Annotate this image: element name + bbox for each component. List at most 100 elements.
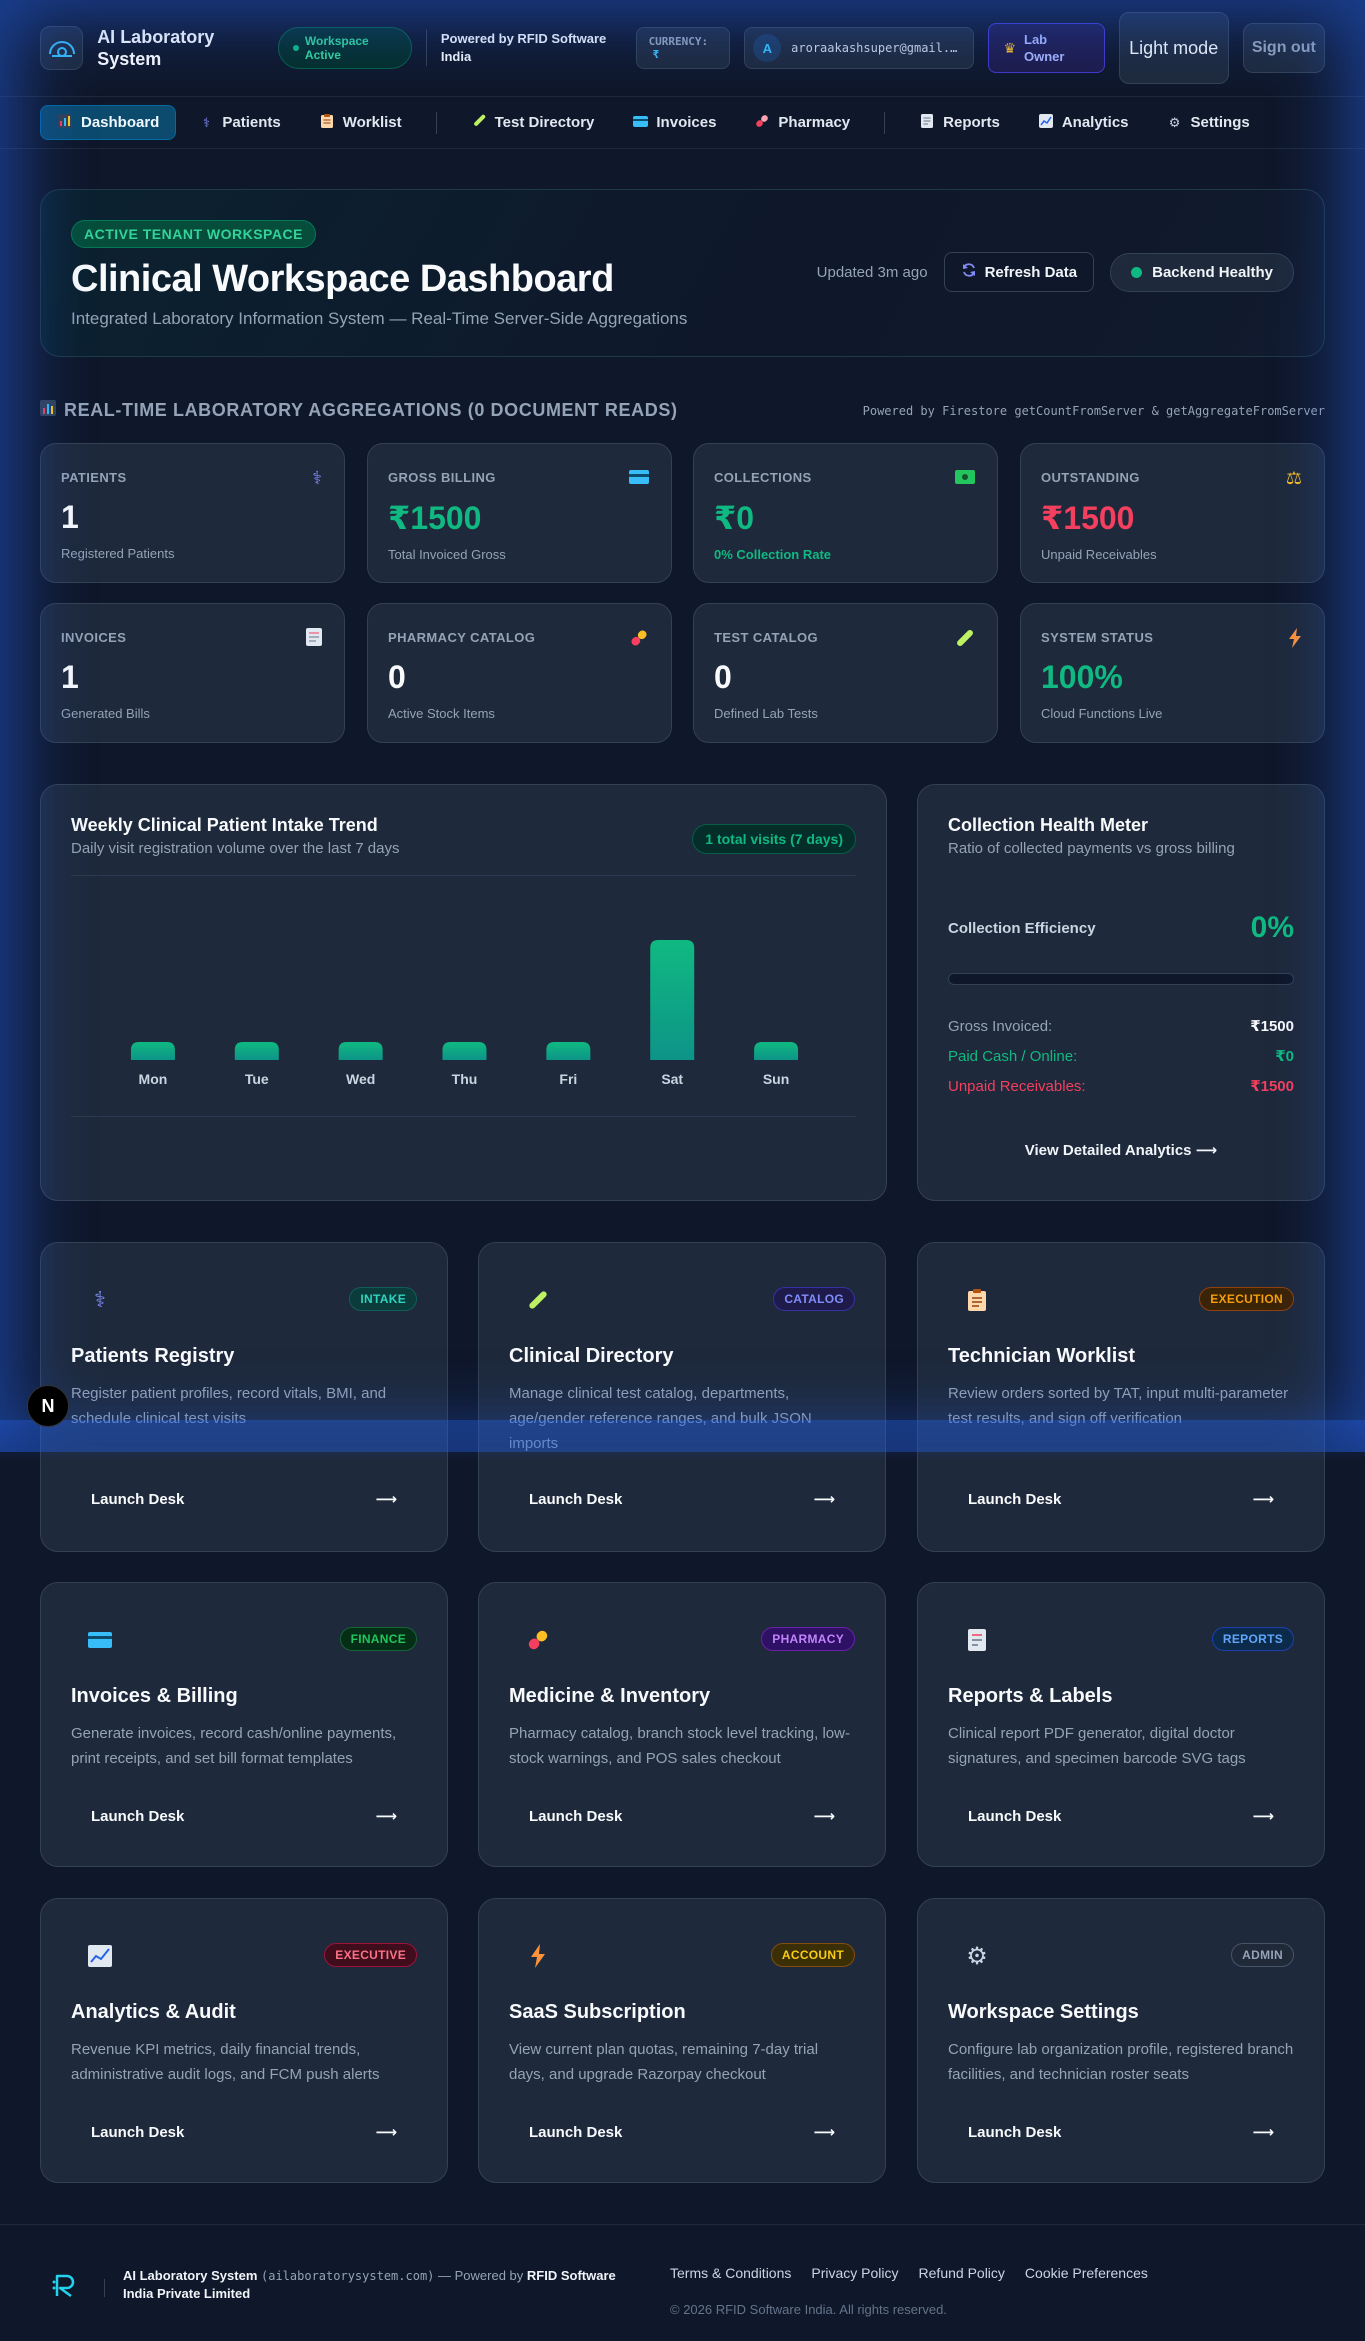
currency-label: CURRENCY:: [648, 35, 709, 48]
module-tag: ADMIN: [1231, 1943, 1294, 1967]
bar-tue[interactable]: [234, 1042, 279, 1060]
module-desc: Generate invoices, record cash/online pa…: [71, 1725, 397, 1767]
stat-card-gross-billing[interactable]: GROSS BILLING ₹1500 Total Invoiced Gross: [367, 443, 672, 583]
stat-card-collections[interactable]: COLLECTIONS ₹0 0% Collection Rate: [693, 443, 998, 583]
module-card-workspace-settings[interactable]: ⚙ ADMIN Workspace Settings Configure lab…: [917, 1898, 1325, 2183]
stat-card-invoices[interactable]: INVOICES 1 Generated Bills: [40, 603, 345, 743]
stat-value: 0: [714, 659, 732, 695]
launch-label: Launch Desk: [91, 1807, 185, 1825]
nav-label: Worklist: [342, 114, 402, 131]
bar-mon[interactable]: [130, 1042, 175, 1060]
user-account-pill[interactable]: A aroraakashsuper@gmail.com: [744, 27, 975, 69]
module-card-patients[interactable]: ⚕ INTAKE Patients Registry Register pati…: [40, 1242, 448, 1552]
terms-link[interactable]: Terms & Conditions: [670, 2265, 791, 2281]
cookie-preferences-link[interactable]: Cookie Preferences: [1025, 2265, 1148, 2281]
nav-item-invoices[interactable]: Invoices: [616, 106, 732, 139]
stat-desc: Registered Patients: [61, 546, 175, 561]
footer-brand: AI Laboratory System: [123, 2268, 258, 2283]
stat-card-pharmacy-catalog[interactable]: PHARMACY CATALOG 0 Active Stock Items: [367, 603, 672, 743]
paid-value: ₹0: [1275, 1048, 1294, 1065]
launch-desk-button[interactable]: Launch Desk ⟶: [509, 1794, 855, 1838]
document-icon: [962, 1625, 992, 1655]
bar-wed[interactable]: [338, 1042, 383, 1060]
stat-label: PHARMACY CATALOG: [388, 630, 536, 645]
crown-icon: ♛: [1003, 39, 1016, 56]
app-logo-icon[interactable]: [40, 26, 84, 70]
arrow-right-icon: ⟶: [813, 1808, 835, 1825]
module-card-technician-worklist[interactable]: EXECUTION Technician Worklist Review ord…: [917, 1242, 1325, 1552]
bar-thu[interactable]: [442, 1042, 487, 1060]
stat-label: TEST CATALOG: [714, 630, 818, 645]
module-card-medicine-inventory[interactable]: PHARMACY Medicine & Inventory Pharmacy c…: [478, 1582, 886, 1867]
dev-tools-badge[interactable]: N: [27, 1385, 69, 1427]
launch-desk-button[interactable]: Launch Desk ⟶: [509, 2110, 855, 2154]
bar-sun[interactable]: [754, 1042, 799, 1060]
footer-powered: — Powered by: [438, 2268, 524, 2283]
module-card-saas-subscription[interactable]: ACCOUNT SaaS Subscription View current p…: [478, 1898, 886, 2183]
module-card-clinical-directory[interactable]: CATALOG Clinical Directory Manage clinic…: [478, 1242, 886, 1552]
launch-desk-button[interactable]: Launch Desk ⟶: [948, 2110, 1294, 2154]
launch-desk-button[interactable]: Launch Desk ⟶: [509, 1477, 855, 1521]
stat-card-patients[interactable]: PATIENTS ⚕ 1 Registered Patients: [40, 443, 345, 583]
stat-value: 0: [388, 659, 406, 695]
intake-bar-chart: Mon Tue Wed Thu Fri Sat Sun: [130, 940, 799, 1087]
document-icon: [919, 114, 935, 131]
module-card-analytics-audit[interactable]: EXECUTIVE Analytics & Audit Revenue KPI …: [40, 1898, 448, 2183]
pill-icon: [754, 114, 770, 131]
bar-chart-icon: [40, 400, 56, 421]
stethoscope-icon: ⚕: [202, 114, 210, 130]
stat-label: GROSS BILLING: [388, 470, 496, 485]
main-nav: Dashboard ⚕ Patients Worklist Test Direc…: [0, 97, 1365, 149]
module-title: Medicine & Inventory: [509, 1685, 711, 1707]
launch-desk-button[interactable]: Launch Desk ⟶: [71, 2110, 417, 2154]
nav-item-pharmacy[interactable]: Pharmacy: [738, 106, 866, 139]
privacy-link[interactable]: Privacy Policy: [811, 2265, 898, 2281]
credit-card-icon: [629, 468, 649, 489]
nav-divider: [435, 111, 437, 134]
pill-icon: [629, 628, 649, 653]
launch-label: Launch Desk: [968, 1490, 1062, 1508]
stat-desc: Total Invoiced Gross: [388, 547, 506, 562]
module-card-reports-labels[interactable]: REPORTS Reports & Labels Clinical report…: [917, 1582, 1325, 1867]
nav-item-test-directory[interactable]: Test Directory: [455, 106, 611, 139]
module-title: Reports & Labels: [948, 1685, 1113, 1707]
module-tag: EXECUTIVE: [324, 1943, 417, 1967]
nav-label: Dashboard: [81, 114, 160, 131]
nav-item-patients[interactable]: ⚕ Patients: [182, 106, 296, 139]
nav-item-reports[interactable]: Reports: [903, 106, 1016, 139]
refresh-data-button[interactable]: Refresh Data: [943, 252, 1095, 292]
x-tick-label: Fri: [559, 1071, 577, 1087]
x-tick-label: Wed: [346, 1071, 375, 1087]
module-desc: Review orders sorted by TAT, input multi…: [948, 1385, 1289, 1427]
module-title: SaaS Subscription: [509, 2001, 686, 2023]
currency-selector[interactable]: CURRENCY:₹: [635, 27, 731, 69]
stat-label: PATIENTS: [61, 470, 127, 485]
nav-item-worklist[interactable]: Worklist: [303, 106, 418, 139]
copyright-text: © 2026 RFID Software India. All rights r…: [670, 2302, 947, 2317]
view-analytics-link[interactable]: View Detailed Analytics ⟶: [918, 1141, 1324, 1159]
launch-desk-button[interactable]: Launch Desk ⟶: [71, 1794, 417, 1838]
nav-item-settings[interactable]: ⚙ Settings: [1151, 106, 1266, 139]
launch-desk-button[interactable]: Launch Desk ⟶: [71, 1477, 417, 1521]
module-card-invoices[interactable]: FINANCE Invoices & Billing Generate invo…: [40, 1582, 448, 1867]
stat-card-outstanding[interactable]: OUTSTANDING ⚖ ₹1500 Unpaid Receivables: [1020, 443, 1325, 583]
test-tube-icon: [523, 1285, 553, 1315]
nav-label: Patients: [222, 114, 281, 131]
nav-item-analytics[interactable]: Analytics: [1022, 106, 1145, 139]
hero-actions: Updated 3m ago Refresh Data Backend Heal…: [817, 252, 1294, 292]
user-email: aroraakashsuper@gmail.com: [791, 41, 960, 55]
arrow-right-icon: ⟶: [375, 2124, 397, 2141]
launch-desk-button[interactable]: Launch Desk ⟶: [948, 1794, 1294, 1838]
launch-desk-button[interactable]: Launch Desk ⟶: [948, 1477, 1294, 1521]
sign-out-button[interactable]: Sign out: [1242, 23, 1326, 73]
bar-sat[interactable]: [650, 940, 695, 1060]
stat-card-system-status[interactable]: SYSTEM STATUS 100% Cloud Functions Live: [1020, 603, 1325, 743]
stat-card-test-catalog[interactable]: TEST CATALOG 0 Defined Lab Tests: [693, 603, 998, 743]
clipboard-icon: [962, 1285, 992, 1315]
role-badge[interactable]: ♛ Lab Owner: [988, 23, 1105, 73]
footer-logo-icon[interactable]: [50, 2270, 80, 2305]
nav-item-dashboard[interactable]: Dashboard: [40, 105, 177, 140]
theme-toggle-button[interactable]: Light mode: [1118, 12, 1229, 84]
refund-link[interactable]: Refund Policy: [919, 2265, 1005, 2281]
bar-fri[interactable]: [546, 1042, 591, 1060]
